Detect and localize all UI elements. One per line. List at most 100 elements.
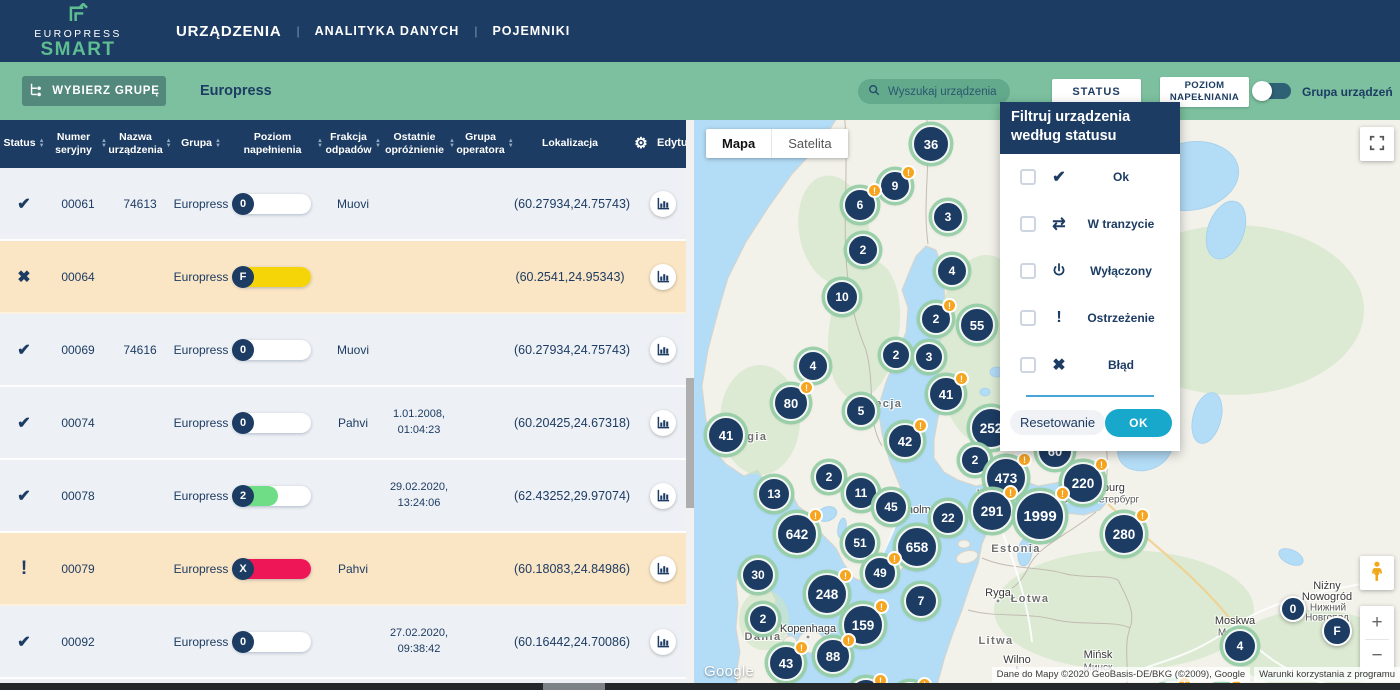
map-cluster[interactable]: 5 [845, 395, 877, 427]
map-cluster[interactable]: 41 [707, 416, 745, 454]
map-cluster[interactable]: 658 [896, 526, 938, 568]
map-cluster[interactable]: 36 [912, 125, 950, 163]
sort-icon[interactable]: ▲▼ [375, 139, 381, 149]
sort-icon[interactable]: ▲▼ [215, 139, 221, 149]
row-chart-button[interactable] [650, 556, 676, 582]
table-row[interactable]: ✔00092Europress027.02.2020, 09:38:42(60.… [0, 606, 686, 679]
filter-checkbox[interactable] [1020, 357, 1036, 373]
map-cluster[interactable]: 11 [844, 476, 878, 510]
terms-link[interactable]: Warunki korzystania z programu [1254, 667, 1400, 682]
device-search[interactable] [858, 79, 1010, 104]
table-row[interactable]: !00079EuropressXPahvi(60.18083,24.84986) [0, 533, 686, 606]
scrollbar-thumb[interactable] [686, 378, 694, 508]
map-cluster[interactable]: 51 [843, 526, 877, 560]
street-view-pegman-button[interactable] [1360, 556, 1394, 590]
select-group-button[interactable]: WYBIERZ GRUPĘ [22, 76, 166, 106]
table-row[interactable]: ✖00064EuropressF(60.2541,24.95343) [0, 241, 686, 314]
column-header-1[interactable]: Status▲▼ [0, 137, 48, 150]
map-cluster[interactable]: 291! [971, 490, 1013, 532]
map-type-mapa[interactable]: Mapa [706, 129, 771, 158]
map-type-satelita[interactable]: Satelita [771, 129, 847, 158]
table-row[interactable]: ✔00078Europress229.02.2020, 13:24:06(62.… [0, 460, 686, 533]
column-header-4[interactable]: Grupa▲▼ [172, 137, 230, 150]
map-cluster[interactable]: 4 [936, 255, 968, 287]
sort-icon[interactable]: ▲▼ [508, 139, 514, 149]
map-cluster[interactable]: 2 [814, 462, 844, 492]
sort-icon[interactable]: ▲▼ [166, 139, 172, 149]
map-cluster[interactable]: 7 [904, 584, 938, 618]
status-filter-button[interactable]: STATUS [1052, 79, 1141, 104]
map-cluster[interactable]: 642! [776, 513, 818, 555]
filter-checkbox[interactable] [1020, 169, 1036, 185]
map-cluster[interactable]: 22 [931, 501, 965, 535]
map-cluster[interactable]: 2 [847, 234, 879, 266]
row-chart-button[interactable] [650, 410, 676, 436]
sort-icon[interactable]: ▲▼ [317, 139, 323, 149]
device-group-toggle[interactable] [1253, 83, 1291, 99]
map-cluster[interactable]: 2 [881, 340, 911, 370]
table-row[interactable]: ✔0006174613Europress0Muovi(60.27934,24.7… [0, 168, 686, 241]
table-row[interactable]: ✔00074Europress0Pahvi1.01.2008, 01:04:23… [0, 387, 686, 460]
map-cluster[interactable]: 45 [874, 490, 908, 524]
map-cluster[interactable]: 9! [879, 170, 911, 202]
row-chart-button[interactable] [650, 264, 676, 290]
map-cluster[interactable]: 55 [959, 307, 995, 343]
reset-button[interactable]: Resetowanie [1010, 410, 1105, 435]
map-cluster[interactable]: 280! [1103, 513, 1145, 555]
map-cluster[interactable]: 2! [920, 303, 952, 335]
ok-button[interactable]: OK [1105, 409, 1172, 437]
map-cluster[interactable]: 2 [748, 604, 778, 634]
map-cluster[interactable]: 248! [806, 573, 848, 615]
filter-option-5[interactable]: ✖Błąd [1000, 342, 1180, 389]
scrollbar-thumb[interactable] [543, 683, 605, 690]
column-settings-gear-icon[interactable]: ⚙ [626, 135, 656, 154]
table-vertical-scrollbar[interactable]: ▼ [686, 120, 694, 690]
nav-item-1[interactable]: URZĄDZENIA [176, 23, 282, 40]
map-cluster[interactable]: 10 [825, 280, 859, 314]
map-marker[interactable]: 0 [1280, 596, 1306, 622]
brand-logo[interactable]: EUROPRESS SMART [28, 3, 128, 59]
map-cluster[interactable]: 13 [757, 477, 791, 511]
search-input[interactable] [886, 85, 1006, 99]
map-cluster[interactable]: 3 [914, 342, 944, 372]
row-chart-button[interactable] [650, 483, 676, 509]
zoom-in-button[interactable]: + [1360, 606, 1394, 639]
sort-icon[interactable]: ▲▼ [449, 139, 455, 149]
map-cluster[interactable]: 4 [1223, 629, 1257, 663]
page-horizontal-scrollbar[interactable] [0, 683, 1400, 690]
map-cluster[interactable]: 3 [932, 201, 964, 233]
nav-item-2[interactable]: ANALITYKA DANYCH [315, 24, 460, 38]
map-cluster[interactable]: 4 [797, 350, 829, 382]
map-cluster[interactable]: 80! [773, 385, 809, 421]
sort-icon[interactable]: ▲▼ [39, 139, 45, 149]
sort-icon[interactable]: ▲▼ [101, 139, 107, 149]
map-cluster[interactable]: 41! [928, 376, 964, 412]
table-row[interactable]: ✔0006974616Europress0Muovi(60.27934,24.7… [0, 314, 686, 387]
column-header-7[interactable]: Ostatnie opróżnienie▲▼ [382, 131, 456, 157]
column-header-8[interactable]: Grupa operatora▲▼ [456, 131, 514, 157]
row-chart-button[interactable] [650, 191, 676, 217]
column-header-6[interactable]: Frakcja odpadów▲▼ [324, 131, 382, 157]
map-cluster[interactable]: 43! [768, 645, 804, 681]
row-chart-button[interactable] [650, 337, 676, 363]
nav-item-3[interactable]: POJEMNIKI [492, 24, 570, 38]
filter-option-3[interactable]: Wyłączony [1000, 248, 1180, 295]
row-chart-button[interactable] [650, 629, 676, 655]
filter-checkbox[interactable] [1020, 310, 1036, 326]
map-cluster[interactable]: 30 [741, 558, 775, 592]
filter-option-4[interactable]: !Ostrzeżenie [1000, 295, 1180, 342]
map-fullscreen-button[interactable] [1360, 127, 1394, 161]
map-cluster[interactable]: 88! [815, 638, 851, 674]
filter-checkbox[interactable] [1020, 216, 1036, 232]
map-cluster[interactable]: 42! [887, 423, 923, 459]
column-header-5[interactable]: Poziom napełnienia▲▼ [230, 131, 324, 157]
map-cluster[interactable]: 1999! [1015, 491, 1065, 541]
filter-option-2[interactable]: ⇄W tranzycie [1000, 201, 1180, 248]
map-marker[interactable]: F [1322, 616, 1352, 646]
filter-option-1[interactable]: ✔Ok [1000, 154, 1180, 201]
column-header-3[interactable]: Nazwa urządzenia▲▼ [108, 131, 172, 157]
map-cluster[interactable]: 6! [843, 188, 877, 222]
map-cluster[interactable]: 49! [863, 556, 897, 590]
filter-checkbox[interactable] [1020, 263, 1036, 279]
column-header-2[interactable]: Numer seryjny▲▼ [48, 131, 108, 157]
